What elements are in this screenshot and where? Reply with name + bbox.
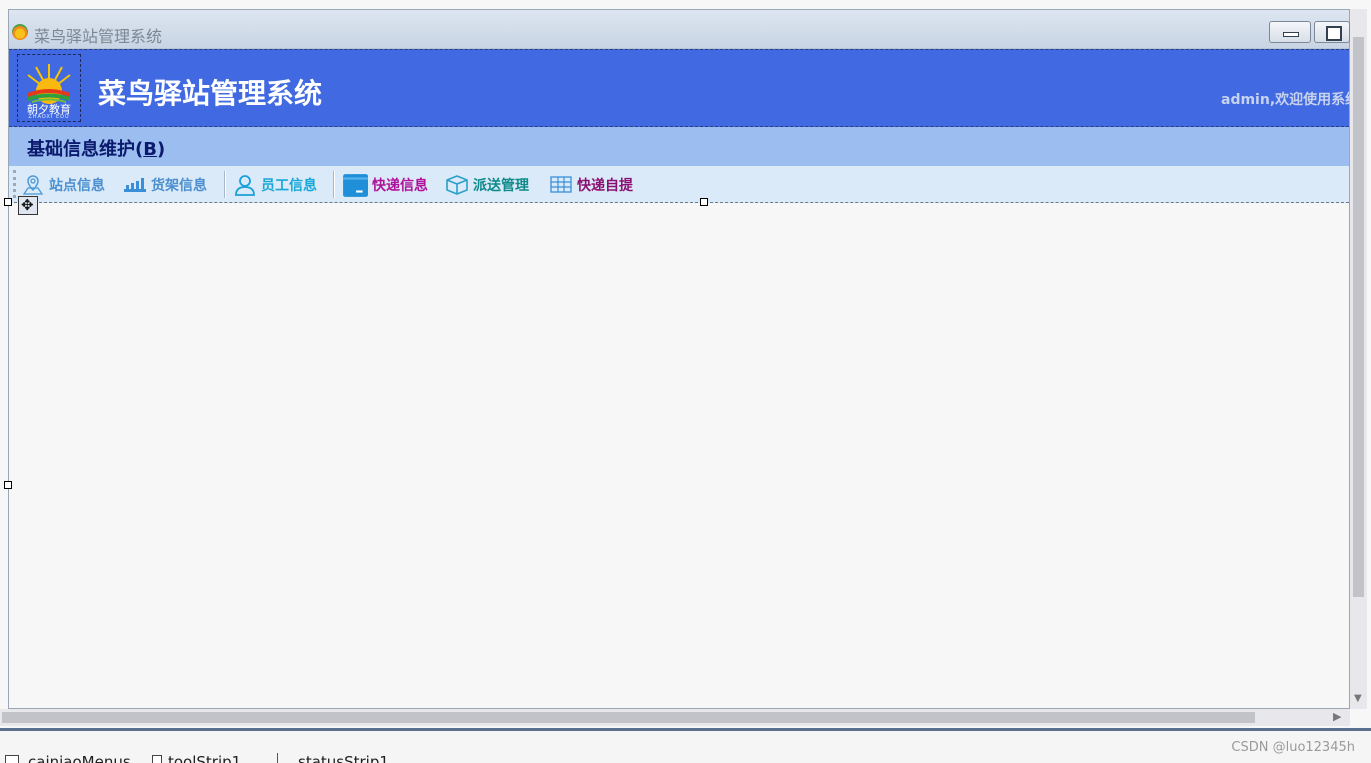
watermark-text: CSDN @luo12345h bbox=[1231, 740, 1355, 755]
menu-close-paren: ) bbox=[156, 139, 166, 160]
logo-picturebox[interactable]: 朝夕教育 ZHAOXI EDU bbox=[17, 54, 81, 122]
title-bar[interactable]: 菜鸟驿站管理系统 bbox=[9, 10, 1350, 49]
statusstrip-component-icon bbox=[277, 753, 278, 763]
tool-express-info-label: 快递信息 bbox=[372, 178, 428, 194]
minimize-button[interactable] bbox=[1269, 21, 1311, 43]
welcome-label: admin,欢迎使用系统 bbox=[1221, 92, 1360, 108]
grid-icon bbox=[550, 176, 572, 193]
tool-site-info-label: 站点信息 bbox=[49, 178, 105, 194]
move-handle-icon[interactable] bbox=[18, 196, 38, 215]
tray-item-menus[interactable]: cainiaoMenus bbox=[28, 753, 131, 763]
component-tray[interactable]: cainiaoMenus toolStrip1 statusStrip1 CSD… bbox=[0, 731, 1371, 763]
tool-staff-info-label: 员工信息 bbox=[261, 178, 317, 194]
box-icon bbox=[446, 175, 468, 195]
tool-delivery-manage-label: 派送管理 bbox=[473, 178, 529, 194]
tool-staff-info[interactable]: 员工信息 bbox=[233, 174, 317, 196]
scroll-right-arrow-icon[interactable]: ▶ bbox=[1333, 710, 1341, 723]
tray-item-toolstrip[interactable]: toolStrip1 bbox=[168, 753, 241, 763]
menustrip-component-icon bbox=[5, 755, 19, 763]
resize-handle[interactable] bbox=[4, 198, 12, 206]
toolstrip-grip[interactable] bbox=[13, 170, 16, 198]
window-title: 菜鸟驿站管理系统 bbox=[34, 27, 163, 46]
menu-basic-info[interactable]: 基础信息维护(B) bbox=[27, 135, 165, 161]
menu-basic-info-label: 基础信息维护( bbox=[27, 139, 144, 160]
resize-handle[interactable] bbox=[700, 198, 708, 206]
tool-self-pickup[interactable]: 快递自提 bbox=[549, 174, 633, 196]
tool-express-info[interactable]: 快递信息 bbox=[342, 174, 428, 197]
menu-mnemonic: B bbox=[143, 139, 157, 160]
horizontal-scrollbar[interactable]: ▶ bbox=[0, 709, 1350, 726]
designer-root: 菜鸟驿站管理系统 朝夕教育 ZHAOXI EDU 菜鸟驿站管理系统 admin,… bbox=[0, 0, 1371, 763]
tool-strip[interactable]: 站点信息 货架信息 员工信息 快递信息 派送管理 快递自提 bbox=[9, 166, 1349, 203]
maximize-button[interactable] bbox=[1314, 21, 1350, 43]
vertical-scrollbar[interactable]: ▼ bbox=[1350, 9, 1367, 709]
tool-delivery-manage[interactable]: 派送管理 bbox=[445, 174, 529, 196]
tray-item-statusstrip[interactable]: statusStrip1 bbox=[298, 753, 389, 763]
toolstrip-separator bbox=[333, 171, 334, 198]
main-form[interactable]: 菜鸟驿站管理系统 朝夕教育 ZHAOXI EDU 菜鸟驿站管理系统 admin,… bbox=[8, 9, 1359, 709]
logo-subtext: ZHAOXI EDU bbox=[28, 114, 70, 120]
tool-site-info[interactable]: 站点信息 bbox=[21, 174, 105, 196]
package-icon bbox=[343, 174, 368, 197]
tool-shelf-info[interactable]: 货架信息 bbox=[123, 174, 207, 196]
app-icon bbox=[12, 24, 28, 40]
horizontal-scroll-thumb[interactable] bbox=[2, 712, 1255, 723]
toolstrip-component-icon bbox=[152, 755, 162, 763]
tool-self-pickup-label: 快递自提 bbox=[577, 178, 633, 194]
shelf-icon bbox=[124, 178, 146, 192]
map-pin-icon bbox=[22, 175, 44, 195]
menu-strip[interactable]: 基础信息维护(B) bbox=[9, 127, 1349, 166]
header-banner[interactable]: 朝夕教育 ZHAOXI EDU 菜鸟驿站管理系统 admin,欢迎使用系统 bbox=[9, 49, 1359, 127]
tool-shelf-info-label: 货架信息 bbox=[151, 178, 207, 194]
resize-handle[interactable] bbox=[4, 481, 12, 489]
user-icon bbox=[235, 175, 255, 196]
form-designer-surface: 菜鸟驿站管理系统 朝夕教育 ZHAOXI EDU 菜鸟驿站管理系统 admin,… bbox=[0, 0, 1371, 730]
scroll-down-arrow-icon[interactable]: ▼ bbox=[1354, 693, 1362, 704]
vertical-scroll-thumb[interactable] bbox=[1353, 37, 1364, 597]
app-title-label: 菜鸟驿站管理系统 bbox=[98, 77, 323, 110]
toolstrip-separator bbox=[224, 171, 225, 198]
